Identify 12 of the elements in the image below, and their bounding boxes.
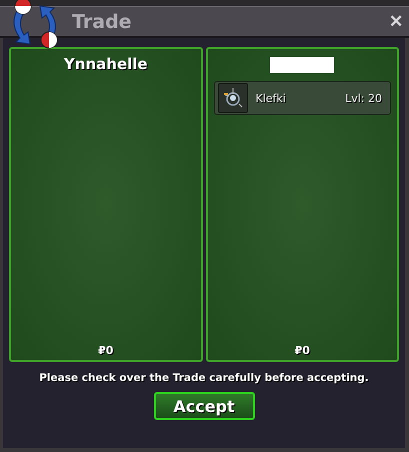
- pokemon-level: Lvl: 20: [345, 92, 382, 104]
- accept-button[interactable]: Accept: [154, 392, 254, 420]
- pokemon-sprite-icon: [218, 83, 248, 113]
- pokemon-name: Klefki: [256, 92, 287, 104]
- redaction-block: [270, 57, 334, 73]
- close-button[interactable]: ✕: [389, 11, 403, 32]
- player-name: Ynnahelle: [64, 55, 148, 75]
- notice-text: Please check over the Trade carefully before accepting.: [39, 372, 369, 384]
- money-amount: ₽0: [98, 344, 114, 357]
- money-amount: ₽0: [294, 344, 310, 357]
- window-title: Trade: [72, 10, 133, 32]
- pokemon-row[interactable]: Klefki Lvl: 20: [214, 81, 391, 115]
